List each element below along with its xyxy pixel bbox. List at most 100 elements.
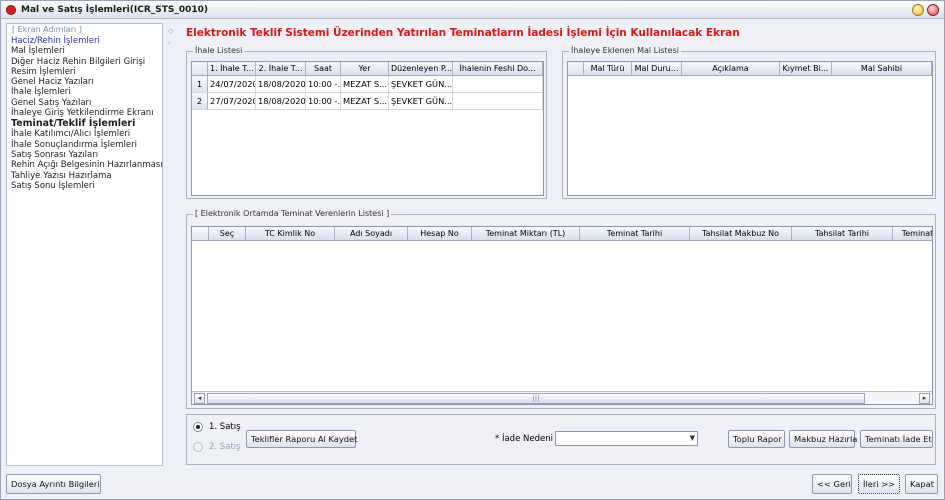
row-header-corner[interactable] bbox=[192, 62, 208, 75]
sidebar-item-genel-satis-yazilari[interactable]: Genel Satış Yazıları bbox=[11, 98, 160, 108]
sidebar: [ Ekran Adımları ] Haciz/Rehin İşlemleri… bbox=[6, 23, 163, 466]
teminat-table-header: Seç TC Kimlik No Adı Soyadı Hesap No Teminat… bbox=[192, 227, 932, 241]
column-header-mal-duru[interactable]: Mal Duru... bbox=[632, 62, 682, 75]
column-header-aciklama[interactable]: Açıklama bbox=[682, 62, 780, 75]
sidebar-item-satis-sonu-islemleri[interactable]: Satış Sonu İşlemleri bbox=[11, 181, 160, 191]
sidebar-item-haciz-rehin-islemleri[interactable]: Haciz/Rehin İşlemleri bbox=[11, 36, 160, 46]
title-bar: Mal ve Satış İşlemleri(ICR_STS_0010) bbox=[1, 1, 944, 19]
column-header-mal-sahibi[interactable]: Mal Sahibi bbox=[832, 62, 932, 75]
column-header-saat[interactable]: Saat bbox=[306, 62, 341, 75]
radio-satis-1-label: 1. Satış bbox=[209, 422, 241, 432]
radio-satis-2-dot[interactable] bbox=[193, 442, 203, 452]
sidebar-item-resim-islemleri[interactable]: Resim İşlemleri bbox=[11, 67, 160, 77]
table-cell bbox=[453, 76, 543, 92]
minimize-button[interactable] bbox=[912, 4, 924, 16]
column-header-ihalenin-feshi-do[interactable]: İhalenin Feshi Do... bbox=[453, 62, 543, 75]
column-header-2-ihale-t[interactable]: 2. İhale T... bbox=[256, 62, 306, 75]
sidebar-item-ihale-sonuclandirma-islemleri[interactable]: İhale Sonuçlandırma İşlemleri bbox=[11, 140, 160, 150]
sidebar-item-mal-islemleri[interactable]: Mal İşlemleri bbox=[11, 46, 160, 56]
table-row[interactable]: 227/07/202018/08/202010:00 -...MEZAT S..… bbox=[192, 93, 543, 110]
row-header-corner[interactable] bbox=[568, 62, 584, 75]
column-header-mal-turu[interactable]: Mal Türü bbox=[584, 62, 632, 75]
radio-satis-1[interactable]: 1. Satış bbox=[193, 422, 241, 432]
column-header-tahsilat-makbuz-no[interactable]: Tahsilat Makbuz No bbox=[690, 227, 792, 240]
ihale-listesi-group: İhale Listesi 1. İhale T... 2. İhale T...… bbox=[186, 46, 547, 199]
column-header-adi-soyadi[interactable]: Adı Soyadı bbox=[335, 227, 408, 240]
ihale-listesi-legend: İhale Listesi bbox=[193, 46, 245, 55]
mal-listesi-legend: İhaleye Eklenen Mal Listesi bbox=[569, 46, 681, 55]
main-window: Mal ve Satış İşlemleri(ICR_STS_0010) [ E… bbox=[0, 0, 945, 500]
table-cell bbox=[453, 93, 543, 109]
kapat-button[interactable]: Kapat bbox=[905, 474, 938, 494]
column-header-yer[interactable]: Yer bbox=[341, 62, 389, 75]
sidebar-item-teminat-teklif-islemleri[interactable]: Teminat/Teklif İşlemleri bbox=[11, 118, 160, 129]
table-cell: 27/07/2020 bbox=[208, 93, 256, 109]
column-header-teminat-miktari-tl[interactable]: Teminat Miktarı (TL) bbox=[472, 227, 580, 240]
column-header-tc-kimlik-no[interactable]: TC Kimlik No bbox=[246, 227, 335, 240]
table-cell: MEZAT S... bbox=[341, 93, 389, 109]
column-header-teminat-tarihi[interactable]: Teminat Tarihi bbox=[580, 227, 690, 240]
table-cell: MEZAT S... bbox=[341, 76, 389, 92]
column-header-duzenleyen-p[interactable]: Düzenleyen P... bbox=[389, 62, 453, 75]
radio-satis-2[interactable]: 2. Satış bbox=[193, 442, 241, 452]
mal-table: Mal Türü Mal Duru... Açıklama Kıymet Bi... M… bbox=[567, 61, 933, 196]
column-header-sec[interactable]: Seç bbox=[209, 227, 246, 240]
sidebar-item-genel-haciz-yazilari[interactable]: Genel Haciz Yazıları bbox=[11, 77, 160, 87]
screen-title: Elektronik Teklif Sistemi Üzerinden Yatı… bbox=[186, 27, 740, 39]
column-header-kiymet-bi[interactable]: Kıymet Bi... bbox=[780, 62, 832, 75]
radio-satis-2-label: 2. Satış bbox=[209, 442, 241, 452]
sidebar-legend: [ Ekran Adımları ] bbox=[12, 25, 82, 34]
teminat-table: Seç TC Kimlik No Adı Soyadı Hesap No Teminat… bbox=[191, 226, 933, 405]
sidebar-item-diger-haciz-rehin-bilgileri-girisi[interactable]: Diğer Haciz Rehin Bilgileri Girişi bbox=[11, 57, 160, 67]
row-number: 1 bbox=[192, 76, 208, 92]
ihale-table-body: 124/07/202018/08/202010:00 -...MEZAT S..… bbox=[192, 76, 543, 110]
teminat-horizontal-scrollbar[interactable]: ◂ ||| ▸ bbox=[192, 391, 932, 404]
teklifler-raporu-button[interactable]: Teklifler Raporu Al Kaydet bbox=[246, 430, 357, 448]
splitter[interactable]: ◇ › bbox=[166, 23, 176, 466]
arrow-left-icon[interactable]: ◂ bbox=[194, 393, 205, 404]
sidebar-item-satis-sonrasi-yazilari[interactable]: Satış Sonrası Yazıları bbox=[11, 150, 160, 160]
collapse-right-icon[interactable]: › bbox=[168, 39, 171, 47]
row-number: 2 bbox=[192, 93, 208, 109]
sidebar-item-ihale-islemleri[interactable]: İhale İşlemleri bbox=[11, 87, 160, 97]
teminati-iade-button[interactable]: Teminatı İade Et bbox=[860, 430, 933, 448]
iade-nedeni-select[interactable]: ▼ bbox=[555, 431, 698, 446]
table-cell: ŞEVKET GÜN... bbox=[389, 76, 453, 92]
table-cell: 10:00 -... bbox=[306, 93, 341, 109]
ihale-table: 1. İhale T... 2. İhale T... Saat Yer Düzenle… bbox=[191, 61, 544, 196]
dosya-ayrinti-button[interactable]: Dosya Ayrıntı Bilgileri bbox=[6, 474, 101, 494]
sidebar-item-rehin-acigi-belgesinin-hazirlanmasi[interactable]: Rehin Açığı Belgesinin Hazırlanması bbox=[11, 160, 163, 170]
table-row[interactable]: 124/07/202018/08/202010:00 -...MEZAT S..… bbox=[192, 76, 543, 93]
makbuz-hazirla-button[interactable]: Makbuz Hazırla bbox=[789, 430, 857, 448]
window-title: Mal ve Satış İşlemleri(ICR_STS_0010) bbox=[21, 4, 209, 15]
sidebar-item-ihale-katilimci-alici-islemleri[interactable]: İhale Katılımcı/Alıcı İşlemleri bbox=[11, 129, 160, 139]
table-cell: ŞEVKET GÜN... bbox=[389, 93, 453, 109]
geri-button[interactable]: << Geri bbox=[812, 474, 852, 494]
table-cell: 18/08/2020 bbox=[256, 93, 306, 109]
sidebar-item-tahliye-yazisi-hazirlama[interactable]: Tahliye Yazısı Hazırlama bbox=[11, 171, 160, 181]
close-window-button[interactable] bbox=[927, 4, 939, 16]
teminat-listesi-group: [ Elektronik Ortamda Teminat Verenlerin … bbox=[186, 209, 936, 409]
mal-table-header: Mal Türü Mal Duru... Açıklama Kıymet Bi... M… bbox=[568, 62, 932, 76]
chevron-down-icon[interactable]: ▼ bbox=[690, 432, 695, 445]
mal-listesi-group: İhaleye Eklenen Mal Listesi Mal Türü Mal … bbox=[562, 46, 936, 199]
row-header-corner[interactable] bbox=[192, 227, 209, 240]
table-cell: 10:00 -... bbox=[306, 76, 341, 92]
ihale-table-header: 1. İhale T... 2. İhale T... Saat Yer Düzenle… bbox=[192, 62, 543, 76]
column-header-tahsilat-tarihi[interactable]: Tahsilat Tarihi bbox=[792, 227, 893, 240]
table-cell: 24/07/2020 bbox=[208, 76, 256, 92]
radio-satis-1-dot[interactable] bbox=[193, 422, 203, 432]
column-header-hesap-no[interactable]: Hesap No bbox=[408, 227, 472, 240]
toplu-rapor-button[interactable]: Toplu Rapor bbox=[728, 430, 785, 448]
iade-nedeni-label: * İade Nedeni bbox=[495, 434, 553, 444]
collapse-left-icon[interactable]: ◇ bbox=[168, 27, 173, 35]
arrow-right-icon[interactable]: ▸ bbox=[919, 393, 930, 404]
sidebar-list: Haciz/Rehin İşlemleri Mal İşlemleri Diğer … bbox=[11, 36, 163, 191]
column-header-1-ihale-t[interactable]: 1. İhale T... bbox=[208, 62, 256, 75]
app-icon bbox=[6, 4, 16, 15]
scroll-grip-icon[interactable]: ||| bbox=[207, 393, 865, 404]
sidebar-item-ihaleye-giris-yetkilendirme-ekrani[interactable]: İhaleye Giriş Yetkilendirme Ekranı bbox=[11, 108, 160, 118]
ileri-button[interactable]: İleri >> bbox=[858, 474, 900, 494]
column-header-teminat[interactable]: Teminat bbox=[893, 227, 932, 240]
table-cell: 18/08/2020 bbox=[256, 76, 306, 92]
